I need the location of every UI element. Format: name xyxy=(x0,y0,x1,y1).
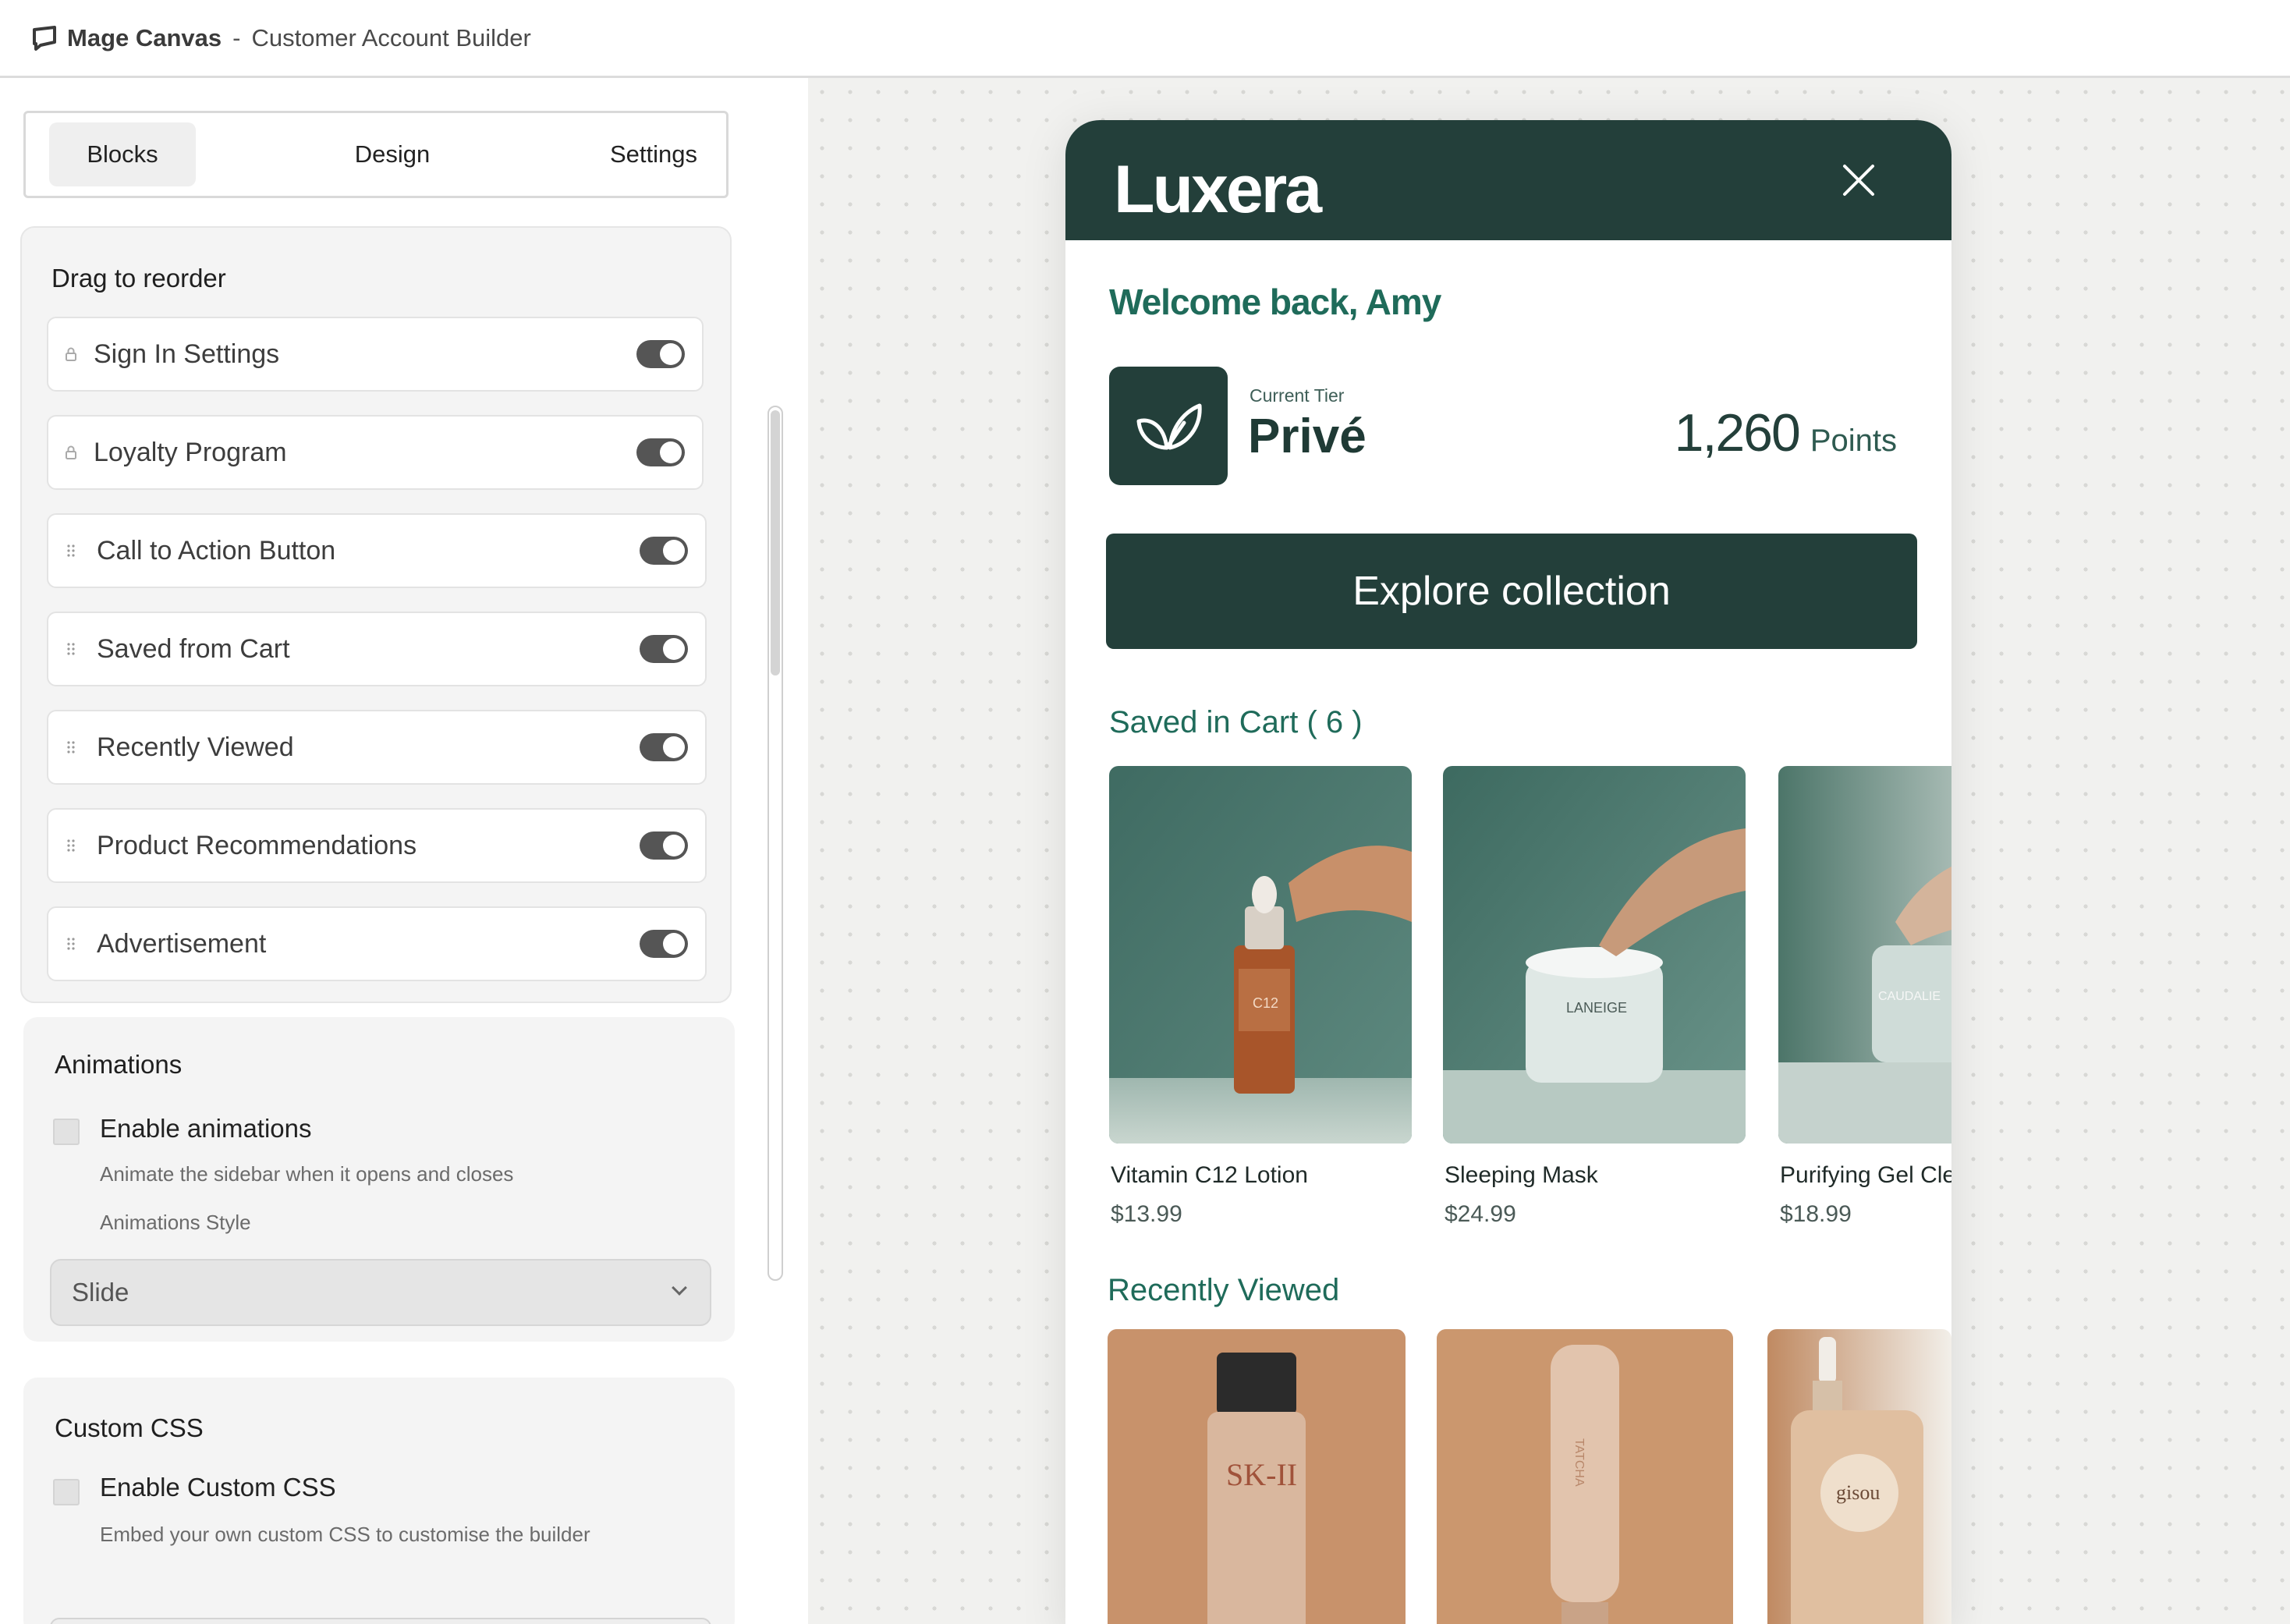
block-row-call-to-action[interactable]: Call to Action Button xyxy=(47,513,707,588)
product-price: $13.99 xyxy=(1111,1201,1182,1227)
animations-style-value: Slide xyxy=(72,1278,129,1307)
product-name: Purifying Gel Clea xyxy=(1780,1162,1951,1188)
custom-css-card: Custom CSS Enable Custom CSS Embed your … xyxy=(23,1378,735,1624)
recently-viewed-product[interactable]: gisou xyxy=(1767,1329,1951,1624)
sign-in-settings-toggle[interactable] xyxy=(636,340,685,368)
product-label-text: gisou xyxy=(1836,1481,1880,1504)
animations-card: Animations Enable animations Animate the… xyxy=(23,1017,735,1342)
block-row-loyalty-program[interactable]: Loyalty Program xyxy=(47,415,704,490)
tier-name: Privé xyxy=(1248,410,1367,463)
block-row-label: Sign In Settings xyxy=(94,339,280,369)
account-sidebar-preview: Luxera Welcome back, Amy Current Tier Pr… xyxy=(1065,120,1951,1624)
chevron-down-icon xyxy=(672,1280,687,1296)
advertisement-toggle[interactable] xyxy=(640,930,688,958)
preview-header: Luxera xyxy=(1065,120,1951,240)
enable-custom-css-checkbox[interactable] xyxy=(53,1479,80,1505)
drag-handle-icon[interactable] xyxy=(62,934,80,954)
blocks-card: Drag to reorder Sign In Settings Loyalty… xyxy=(20,226,732,1003)
product-recommendations-toggle[interactable] xyxy=(640,832,688,860)
app-name: Mage Canvas xyxy=(67,23,222,51)
block-row-label: Call to Action Button xyxy=(97,535,336,566)
drag-handle-icon[interactable] xyxy=(62,737,80,757)
drag-handle-icon[interactable] xyxy=(62,835,80,856)
welcome-message: Welcome back, Amy xyxy=(1109,282,1441,322)
recently-viewed-title: Recently Viewed xyxy=(1108,1273,1340,1307)
call-to-action-toggle[interactable] xyxy=(640,537,688,565)
animations-title: Animations xyxy=(55,1050,183,1079)
product-image: SK-II xyxy=(1108,1329,1406,1624)
recently-viewed-toggle[interactable] xyxy=(640,733,688,761)
loyalty-program-toggle[interactable] xyxy=(636,438,685,466)
title-separator: - xyxy=(232,23,241,51)
tab-design[interactable]: Design xyxy=(291,122,494,186)
close-icon[interactable] xyxy=(1838,159,1880,201)
saved-count: ( 6 ) xyxy=(1306,705,1363,739)
product-label-text: CAUDALIE xyxy=(1878,990,1941,1003)
lock-icon xyxy=(62,344,80,364)
enable-animations-checkbox[interactable] xyxy=(53,1119,80,1145)
product-label-text: C12 xyxy=(1253,995,1278,1011)
tier-label: Current Tier xyxy=(1250,385,1345,406)
sidebar-scrollbar[interactable] xyxy=(767,406,783,1281)
drag-handle-icon[interactable] xyxy=(62,639,80,659)
block-row-sign-in-settings[interactable]: Sign In Settings xyxy=(47,317,704,392)
points-unit: Points xyxy=(1810,424,1897,458)
mage-canvas-logo-icon xyxy=(33,25,56,51)
recently-viewed-product[interactable]: TATCHA xyxy=(1437,1329,1733,1624)
product-label-text: TATCHA xyxy=(1572,1438,1586,1487)
points-value: 1,260 xyxy=(1674,403,1801,463)
saved-from-cart-toggle[interactable] xyxy=(640,635,688,663)
product-image: LANEIGE xyxy=(1443,766,1746,1144)
product-label-text: LANEIGE xyxy=(1566,1000,1627,1016)
explore-collection-button[interactable]: Explore collection xyxy=(1106,534,1917,649)
block-row-label: Loyalty Program xyxy=(94,437,287,467)
brand-logo: Luxera xyxy=(1114,152,1322,227)
saved-title-text: Saved in Cart xyxy=(1109,705,1299,739)
leaf-icon xyxy=(1136,403,1202,450)
saved-in-cart-title: Saved in Cart ( 6 ) xyxy=(1109,705,1363,740)
block-row-product-recommendations[interactable]: Product Recommendations xyxy=(47,808,707,883)
tab-settings[interactable]: Settings xyxy=(556,122,751,186)
custom-css-editor[interactable] xyxy=(50,1618,711,1624)
animations-style-label: Animations Style xyxy=(100,1211,251,1234)
product-name: Vitamin C12 Lotion xyxy=(1111,1162,1308,1188)
product-price: $18.99 xyxy=(1780,1201,1852,1227)
block-row-saved-from-cart[interactable]: Saved from Cart xyxy=(47,612,707,686)
recently-viewed-product[interactable]: SK-II xyxy=(1108,1329,1406,1624)
product-name: Sleeping Mask xyxy=(1445,1162,1598,1188)
block-row-label: Recently Viewed xyxy=(97,732,294,762)
tab-bar: Blocks Design Settings xyxy=(23,111,728,198)
product-image: TATCHA xyxy=(1437,1329,1733,1624)
block-row-label: Product Recommendations xyxy=(97,830,417,860)
animations-description: Animate the sidebar when it opens and cl… xyxy=(100,1162,514,1186)
product-image: C12 xyxy=(1109,766,1412,1144)
product-image: CAUDALIE xyxy=(1778,766,1951,1144)
page-title: Customer Account Builder xyxy=(251,23,531,51)
block-row-advertisement[interactable]: Advertisement xyxy=(47,906,707,981)
product-label-text: SK-II xyxy=(1226,1457,1297,1492)
block-row-label: Saved from Cart xyxy=(97,633,290,664)
block-row-recently-viewed[interactable]: Recently Viewed xyxy=(47,710,707,785)
custom-css-description: Embed your own custom CSS to customise t… xyxy=(100,1523,590,1546)
drag-to-reorder-title: Drag to reorder xyxy=(51,264,226,293)
block-row-label: Advertisement xyxy=(97,928,267,959)
animations-style-select[interactable]: Slide xyxy=(50,1259,711,1326)
product-image: gisou xyxy=(1767,1329,1951,1624)
scrollbar-thumb[interactable] xyxy=(771,410,780,675)
tab-blocks[interactable]: Blocks xyxy=(49,122,196,186)
tier-badge xyxy=(1109,367,1228,485)
app-header: Mage Canvas - Customer Account Builder xyxy=(0,0,2290,78)
custom-css-title: Custom CSS xyxy=(55,1413,204,1442)
lock-icon xyxy=(62,442,80,463)
builder-sidebar: Blocks Design Settings Drag to reorder S… xyxy=(0,78,808,1624)
enable-custom-css-label: Enable Custom CSS xyxy=(100,1473,336,1502)
drag-handle-icon[interactable] xyxy=(62,541,80,561)
points-balance: 1,260 Points xyxy=(1675,402,1897,463)
enable-animations-label: Enable animations xyxy=(100,1114,312,1143)
product-price: $24.99 xyxy=(1445,1201,1516,1227)
